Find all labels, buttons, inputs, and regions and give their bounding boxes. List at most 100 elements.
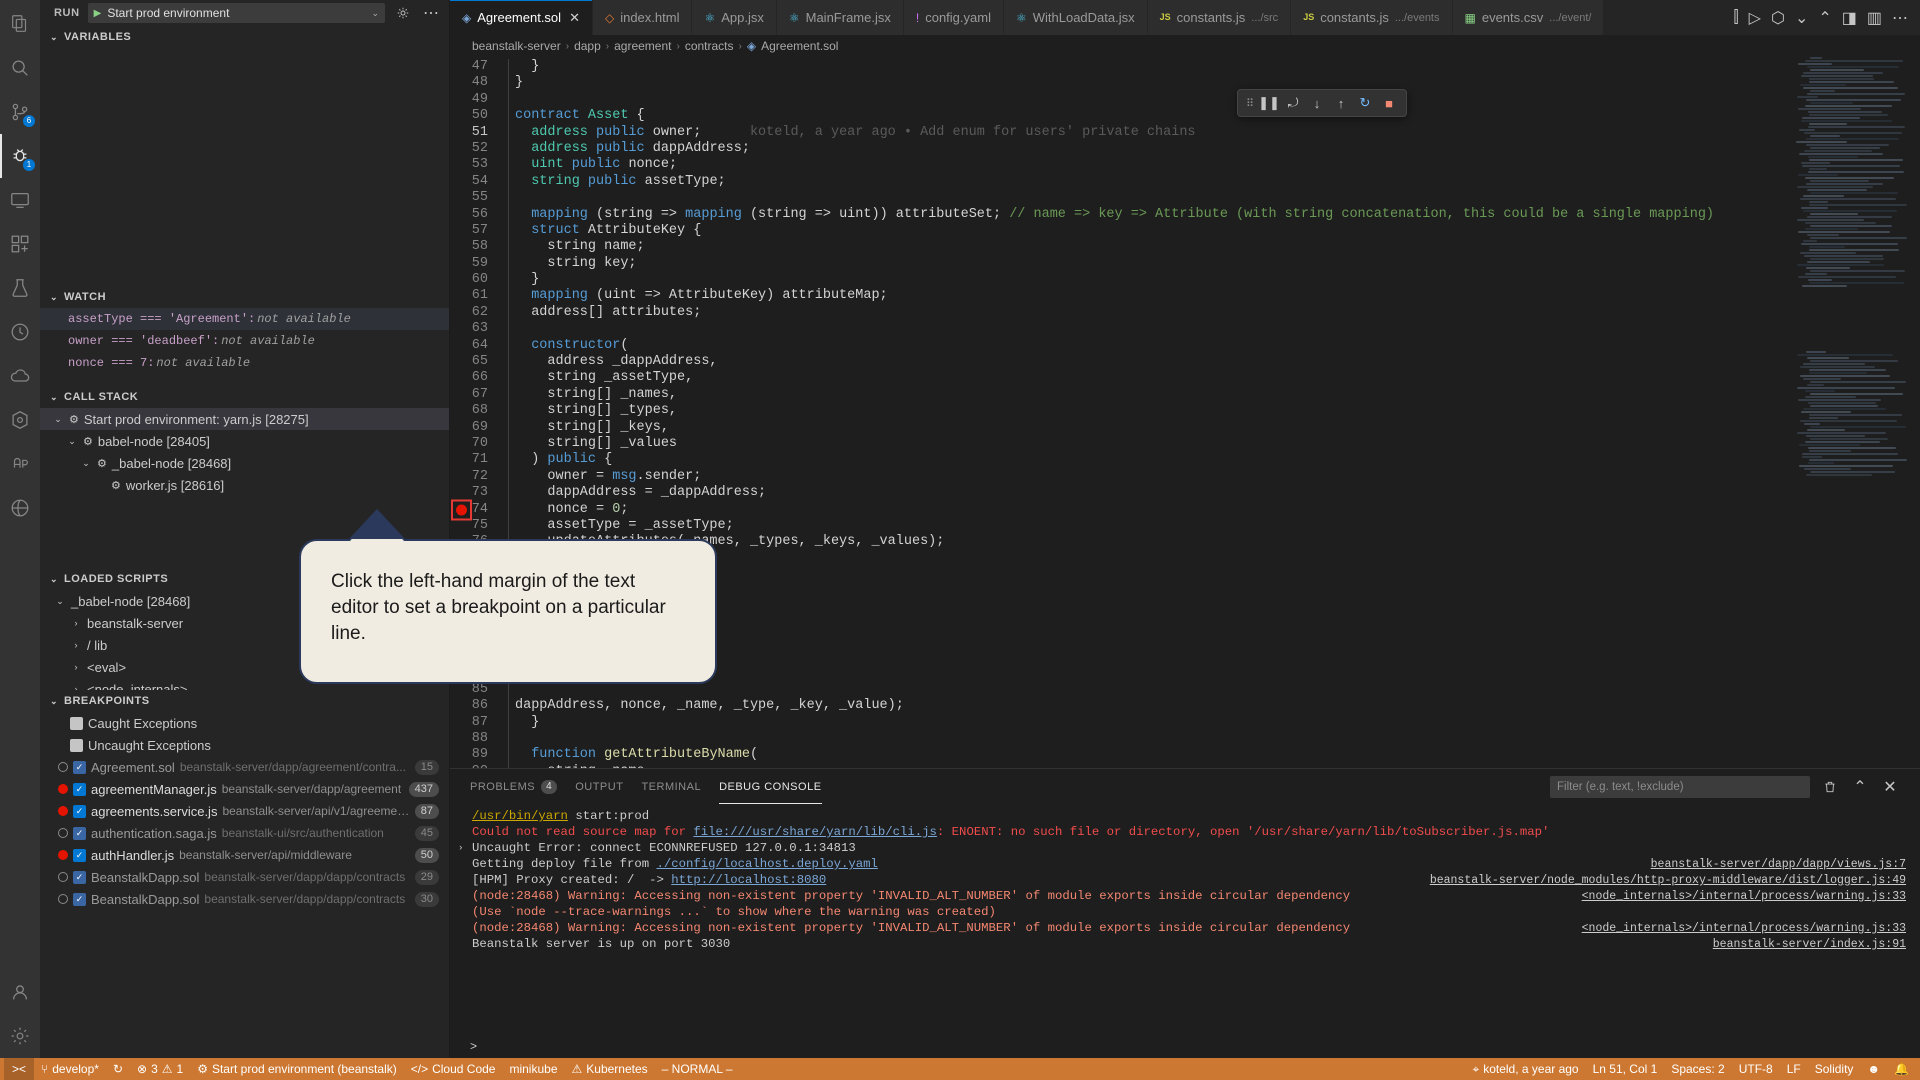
line-number-gutter[interactable]: 63	[450, 321, 508, 337]
line-number-gutter[interactable]: 68	[450, 403, 508, 419]
status-feedback-icon[interactable]: ☻	[1860, 1058, 1887, 1080]
breakpoint-row[interactable]: ✓ authentication.saga.js beanstalk-ui/src/…	[40, 822, 449, 844]
breakpoint-checkbox[interactable]: ✓	[73, 760, 86, 774]
line-number-gutter[interactable]: 67	[450, 387, 508, 403]
breadcrumb-item[interactable]: contracts	[685, 39, 734, 53]
breakpoint-checkbox[interactable]: ✓	[73, 782, 86, 796]
line-number-gutter[interactable]: 85	[450, 682, 508, 698]
checkbox-icon[interactable]	[70, 738, 83, 752]
line-number-gutter[interactable]: 51	[450, 125, 508, 141]
status-remote-indicator[interactable]: ><	[4, 1058, 35, 1080]
activity-testing[interactable]	[0, 266, 40, 310]
status-branch[interactable]: ⑂ develop*	[34, 1058, 106, 1080]
stop-button[interactable]: ■	[1378, 92, 1400, 114]
console-source-link[interactable]: beanstalk-server/node_modules/http-proxy…	[1410, 873, 1906, 889]
variables-header[interactable]: ⌄ VARIABLES	[40, 26, 449, 48]
pause-button[interactable]: ❚❚	[1258, 92, 1280, 114]
line-number-gutter[interactable]: 70	[450, 436, 508, 452]
expand-arrow-icon[interactable]: ›	[458, 840, 463, 856]
clear-console-icon[interactable]	[1820, 777, 1840, 797]
activity-extensions[interactable]	[0, 222, 40, 266]
call-stack-header[interactable]: ⌄ CALL STACK	[40, 386, 449, 408]
close-panel-icon[interactable]: ✕	[1880, 777, 1900, 797]
console-filter-input[interactable]: Filter (e.g. text, !exclude)	[1550, 775, 1810, 798]
maximize-panel-icon[interactable]: ⌃	[1850, 777, 1870, 797]
open-launch-json-button[interactable]	[393, 3, 413, 23]
breadcrumb-item[interactable]: Agreement.sol	[761, 39, 838, 53]
breakpoint-checkbox[interactable]: ✓	[73, 804, 86, 818]
run-icon[interactable]: ▷	[1749, 8, 1761, 28]
restart-button[interactable]: ↻	[1354, 92, 1376, 114]
line-number-gutter[interactable]: 52	[450, 141, 508, 157]
debug-console-input[interactable]: >	[450, 1034, 1920, 1058]
line-number-gutter[interactable]: 59	[450, 256, 508, 272]
console-text[interactable]: /usr/bin/yarn	[472, 808, 568, 824]
debug-alt-icon[interactable]: ⬡	[1771, 8, 1785, 28]
editor-tab-index-html[interactable]: ◇ index.html	[592, 0, 693, 35]
editor-tab-app-jsx[interactable]: ⚛ App.jsx	[692, 0, 777, 35]
console-source-link[interactable]: beanstalk-server/index.js:91	[1693, 937, 1906, 953]
status-debug-launch[interactable]: ⚙ Start prod environment (beanstalk)	[190, 1058, 404, 1080]
activity-explorer[interactable]	[0, 2, 40, 46]
breakpoint-checkbox[interactable]: ✓	[73, 848, 86, 862]
activity-cloud-code[interactable]	[0, 354, 40, 398]
breadcrumb-item[interactable]: dapp	[574, 39, 601, 53]
line-number-gutter[interactable]: 61	[450, 288, 508, 304]
activity-accounts[interactable]	[0, 970, 40, 1014]
console-text[interactable]: file:///usr/share/yarn/lib/cli.js	[693, 824, 937, 840]
console-source-link[interactable]: <node_internals>/internal/process/warnin…	[1562, 921, 1906, 937]
layout-icon[interactable]: ▥	[1867, 8, 1882, 28]
line-number-gutter[interactable]: 72	[450, 469, 508, 485]
launch-config-select[interactable]: ▶ Start prod environment ⌄	[87, 3, 385, 23]
line-number-gutter[interactable]: 54	[450, 174, 508, 190]
editor-tab-constants-js[interactable]: JS constants.js .../src	[1147, 0, 1292, 35]
call-stack-row[interactable]: ⌄ ⚙ babel-node [28405]	[40, 430, 449, 452]
editor-tab-mainframe-jsx[interactable]: ⚛ MainFrame.jsx	[776, 0, 904, 35]
line-number-gutter[interactable]: 57	[450, 223, 508, 239]
status-minikube[interactable]: minikube	[502, 1058, 564, 1080]
watch-row[interactable]: owner === 'deadbeef': not available	[40, 330, 449, 352]
editor-vertical-scrollbar[interactable]	[1906, 57, 1920, 768]
line-number-gutter[interactable]: 55	[450, 190, 508, 206]
exception-breakpoint-row[interactable]: Caught Exceptions	[40, 712, 449, 734]
close-icon[interactable]: ✕	[569, 10, 580, 26]
breakpoint-row[interactable]: ✓ authHandler.js beanstalk-server/api/midd…	[40, 844, 449, 866]
line-number-gutter[interactable]: 75	[450, 518, 508, 534]
collapse-icon[interactable]: ⌄	[1795, 8, 1808, 28]
breakpoint-row[interactable]: ✓ agreements.service.js beanstalk-server/a…	[40, 800, 449, 822]
line-number-gutter[interactable]: 66	[450, 370, 508, 386]
line-number-gutter[interactable]: 49	[450, 92, 508, 108]
line-number-gutter[interactable]: 64	[450, 338, 508, 354]
line-number-gutter[interactable]: 65	[450, 354, 508, 370]
breadcrumb-item[interactable]: beanstalk-server	[472, 39, 561, 53]
breakpoint-checkbox[interactable]: ✓	[73, 826, 86, 840]
watch-row[interactable]: nonce === 7: not available	[40, 352, 449, 374]
activity-kubernetes[interactable]	[0, 398, 40, 442]
status-notifications-icon[interactable]: 🔔	[1887, 1058, 1916, 1080]
breakpoint-row[interactable]: ✓ BeanstalkDapp.sol beanstalk-server/dapp/…	[40, 888, 449, 910]
breakpoint-checkbox[interactable]: ✓	[73, 892, 86, 906]
line-number-gutter[interactable]: 48	[450, 75, 508, 91]
more-actions-icon[interactable]: ⋯	[1892, 8, 1908, 28]
activity-settings[interactable]	[0, 1014, 40, 1058]
floating-debug-toolbar[interactable]: ⠿ ❚❚ ⤾ ↓ ↑ ↻ ■	[1237, 89, 1407, 117]
breakpoint-row[interactable]: ✓ BeanstalkDapp.sol beanstalk-server/dapp/…	[40, 866, 449, 888]
status-indentation[interactable]: Spaces: 2	[1664, 1058, 1731, 1080]
line-number-gutter[interactable]: 87	[450, 715, 508, 731]
line-number-gutter[interactable]: 71	[450, 452, 508, 468]
editor-tab-config-yaml[interactable]: ! config.yaml	[903, 0, 1004, 35]
panel-tab-debug-console[interactable]: DEBUG CONSOLE	[719, 769, 823, 804]
preview-icon[interactable]: ◨	[1842, 8, 1857, 28]
status-errors-warnings[interactable]: ⊗ 3 ⚠ 1	[130, 1058, 190, 1080]
panel-tab-output[interactable]: OUTPUT	[575, 769, 623, 804]
line-number-gutter[interactable]: 89	[450, 747, 508, 763]
split-editor-icon[interactable]: ⫿	[1734, 9, 1739, 27]
editor-tab-withloaddata-jsx[interactable]: ⚛ WithLoadData.jsx	[1003, 0, 1148, 35]
editor-tab-agreement-sol[interactable]: ◈ Agreement.sol ✕	[450, 0, 593, 35]
status-kubernetes[interactable]: ⚠ Kubernetes	[565, 1058, 655, 1080]
status-language-mode[interactable]: Solidity	[1808, 1058, 1861, 1080]
line-number-gutter[interactable]: 58	[450, 239, 508, 255]
line-number-gutter[interactable]: 60	[450, 272, 508, 288]
step-over-button[interactable]: ⤾	[1282, 92, 1304, 114]
status-encoding[interactable]: UTF-8	[1732, 1058, 1780, 1080]
